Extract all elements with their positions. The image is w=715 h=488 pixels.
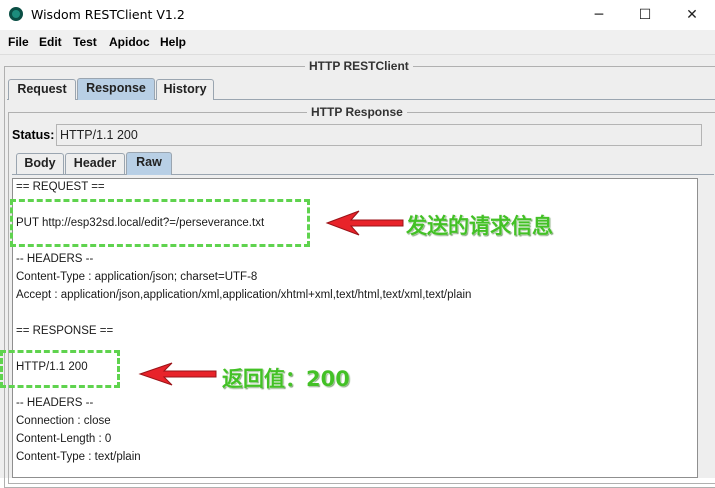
raw-line-response-header: == RESPONSE == [16, 325, 114, 337]
tab-history[interactable]: History [156, 79, 214, 100]
sub-tab-line [12, 174, 714, 175]
status-label: Status: [12, 128, 55, 142]
raw-line-response-content-type: Content-Type : text/plain [16, 451, 141, 463]
request-arrow-icon [325, 210, 404, 236]
raw-line-content-length: Content-Length : 0 [16, 433, 112, 445]
menu-help[interactable]: Help [160, 35, 186, 49]
tab-header[interactable]: Header [65, 153, 125, 174]
minimize-icon[interactable]: ─ [576, 0, 622, 30]
close-icon[interactable]: ✕ [669, 0, 715, 30]
menu-test[interactable]: Test [73, 35, 97, 49]
main-panel-title: HTTP RESTClient [305, 59, 413, 73]
request-annotation: 发送的请求信息 [406, 214, 553, 238]
menu-bar: File Edit Test Apidoc Help [0, 30, 715, 55]
menu-apidoc[interactable]: Apidoc [109, 35, 150, 49]
menu-file[interactable]: File [8, 35, 29, 49]
response-arrow-icon [138, 362, 217, 386]
title-bar: Wisdom RESTClient V1.2 ─ ☐ ✕ [0, 0, 715, 30]
raw-line-connection: Connection : close [16, 415, 111, 427]
raw-line-accept: Accept : application/json,application/xm… [16, 289, 472, 301]
raw-line-request-headers: -- HEADERS -- [16, 253, 94, 265]
raw-line-request-header: == REQUEST == [16, 181, 105, 193]
tab-raw[interactable]: Raw [126, 152, 172, 175]
response-highlight-box [0, 350, 120, 388]
menu-edit[interactable]: Edit [39, 35, 62, 49]
tab-response[interactable]: Response [77, 78, 155, 100]
app-icon [9, 7, 23, 21]
maximize-icon[interactable]: ☐ [622, 0, 668, 30]
request-highlight-box [10, 199, 310, 247]
tab-request[interactable]: Request [8, 79, 76, 100]
response-annotation: 返回值：200 [222, 367, 350, 391]
tab-body[interactable]: Body [16, 153, 64, 174]
response-panel-title: HTTP Response [307, 105, 407, 119]
status-field[interactable]: HTTP/1.1 200 [56, 124, 702, 146]
raw-line-content-type: Content-Type : application/json; charset… [16, 271, 258, 283]
raw-line-response-headers: -- HEADERS -- [16, 397, 94, 409]
window-title: Wisdom RESTClient V1.2 [31, 7, 185, 22]
